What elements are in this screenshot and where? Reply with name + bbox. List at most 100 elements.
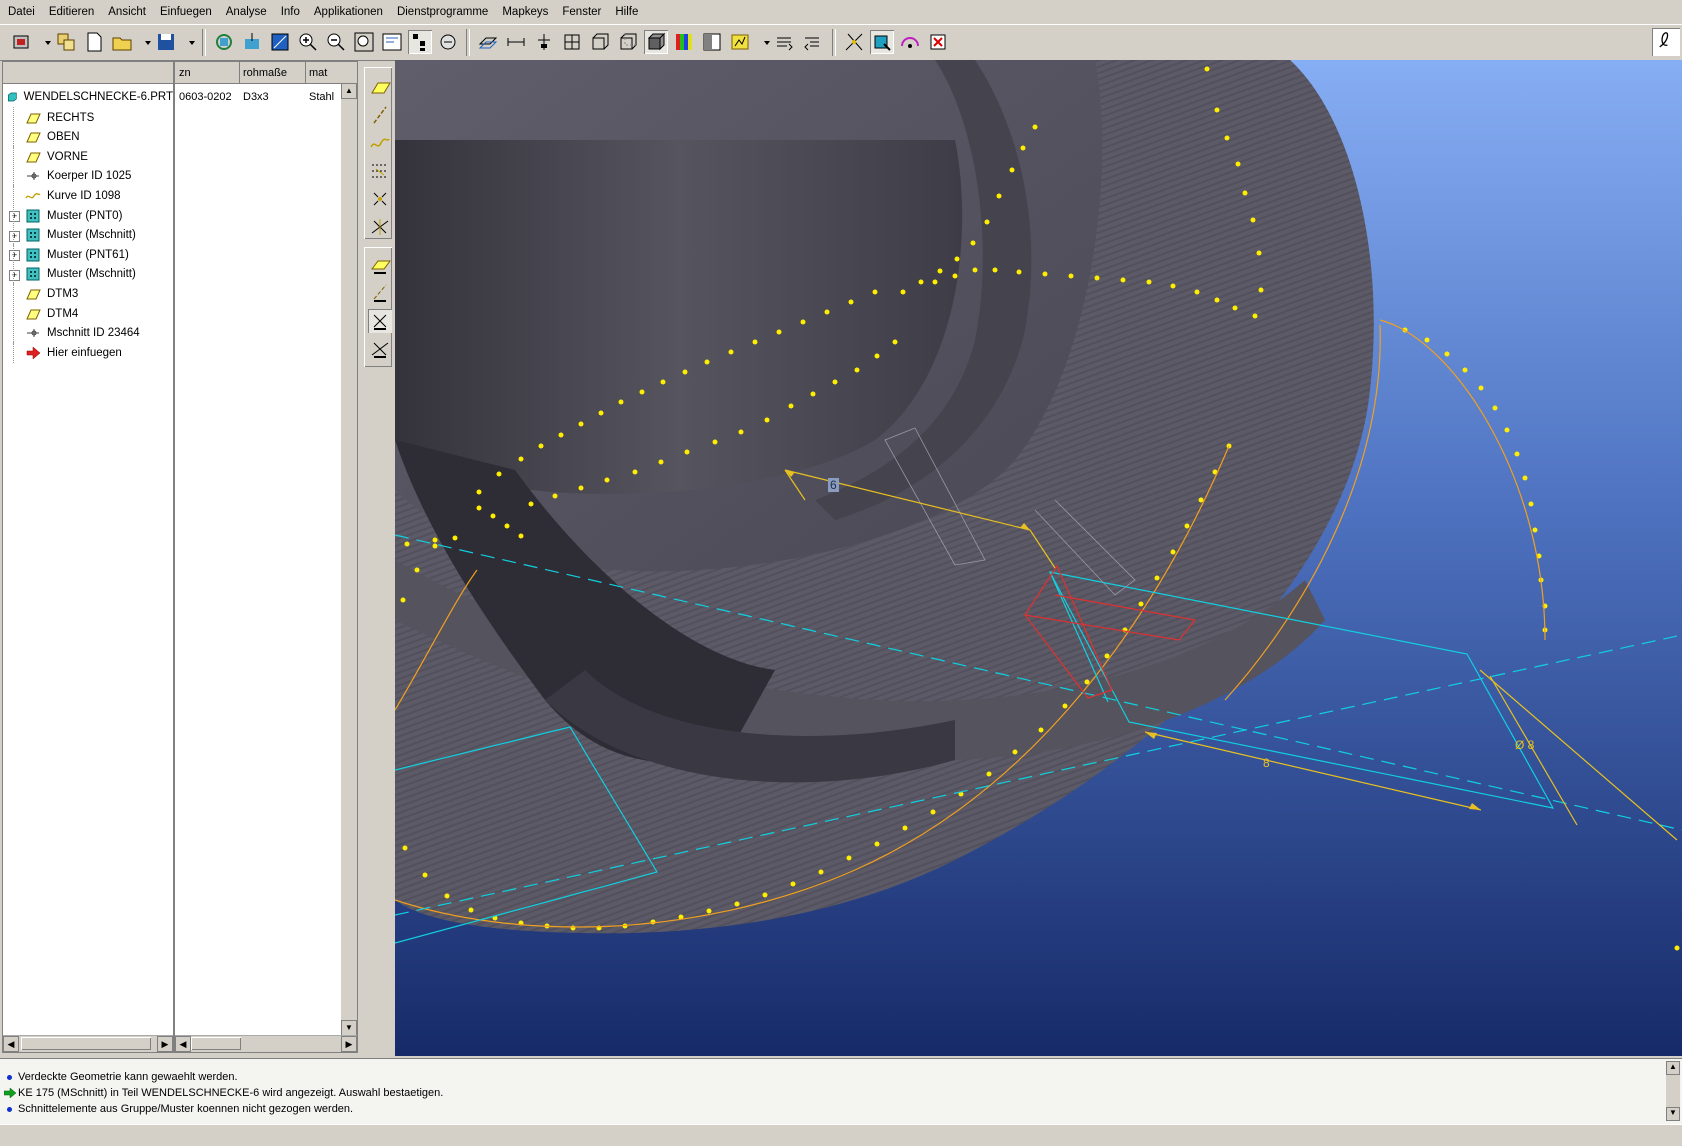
- column-header-rohmasse[interactable]: rohmaße: [243, 67, 287, 79]
- zoom-in-icon[interactable]: [296, 30, 320, 54]
- scroll-up-icon[interactable]: ▲: [341, 83, 357, 99]
- message-text: Schnittelemente aus Gruppe/Muster koenne…: [18, 1103, 354, 1115]
- tree-item[interactable]: VORNE: [3, 146, 173, 168]
- tree-item[interactable]: Kurve ID 1098: [3, 185, 173, 207]
- menu-analyse[interactable]: Analyse: [218, 6, 273, 18]
- layers-icon[interactable]: [436, 30, 460, 54]
- menu-datei[interactable]: Datei: [0, 6, 41, 18]
- datum-csys-display-icon[interactable]: [368, 337, 392, 361]
- scroll-left-icon[interactable]: ◀: [175, 1036, 191, 1052]
- dropdown-arrow-icon[interactable]: [180, 30, 195, 54]
- new-file-icon[interactable]: [82, 30, 106, 54]
- select-filter-icon[interactable]: [870, 30, 894, 54]
- scroll-up-icon[interactable]: ▲: [1666, 1061, 1680, 1075]
- display-style-icon[interactable]: [700, 30, 724, 54]
- expand-icon[interactable]: +: [9, 230, 20, 242]
- context-help-icon[interactable]: [1652, 28, 1680, 56]
- menu-mapkeys[interactable]: Mapkeys: [494, 6, 554, 18]
- color-appearance-icon[interactable]: [672, 30, 696, 54]
- expand-icon[interactable]: +: [9, 269, 20, 281]
- refit-icon[interactable]: [352, 30, 376, 54]
- sketch-tool-icon[interactable]: [842, 30, 866, 54]
- graphics-window[interactable]: 6 8 Ø 8: [395, 60, 1682, 1056]
- pattern-icon: [26, 267, 40, 281]
- column-header-zn[interactable]: zn: [179, 67, 191, 79]
- dimension-6-label[interactable]: 6: [830, 478, 837, 492]
- 3d-model-view[interactable]: 6 8 Ø 8: [395, 60, 1682, 1056]
- orient-icon[interactable]: [268, 30, 292, 54]
- hidden-line-icon[interactable]: [616, 30, 640, 54]
- menu-ansicht[interactable]: Ansicht: [100, 6, 152, 18]
- scroll-down-icon[interactable]: ▼: [341, 1020, 357, 1036]
- datum-csys-tool-icon[interactable]: [368, 215, 392, 239]
- columns-horizontal-scrollbar[interactable]: ◀ ▶: [175, 1035, 357, 1052]
- tree-item[interactable]: RECHTS: [3, 107, 173, 128]
- scroll-down-icon[interactable]: ▼: [1666, 1107, 1680, 1121]
- model-tree-icon[interactable]: [408, 30, 432, 54]
- coord-sys-icon[interactable]: [560, 30, 584, 54]
- datum-offset-point-icon[interactable]: [368, 187, 392, 211]
- datum-plane-tool-icon[interactable]: [368, 75, 392, 99]
- shading-icon[interactable]: [644, 30, 668, 54]
- datum-curve-tool-icon[interactable]: [368, 131, 392, 155]
- scroll-left-icon[interactable]: ◀: [3, 1036, 19, 1052]
- close-window-icon[interactable]: [926, 30, 950, 54]
- datum-planes-icon[interactable]: [476, 30, 500, 54]
- tree-root[interactable]: WENDELSCHNECKE-6.PRT: [3, 86, 173, 107]
- measure-icon[interactable]: [898, 30, 922, 54]
- menu-applikationen[interactable]: Applikationen: [306, 6, 389, 18]
- tree-item[interactable]: + Muster (PNT0): [3, 205, 173, 226]
- dimension-8-label[interactable]: 8: [1263, 756, 1270, 770]
- tree-item[interactable]: DTM3: [3, 283, 173, 305]
- tree-item[interactable]: Hier einfuegen: [3, 342, 173, 364]
- repaint-icon[interactable]: [212, 30, 236, 54]
- menu-hilfe[interactable]: Hilfe: [607, 6, 644, 18]
- datum-plane-icon: [26, 309, 41, 319]
- windows-icon[interactable]: [54, 30, 78, 54]
- tree-horizontal-scrollbar[interactable]: ◀ ▶: [3, 1035, 173, 1052]
- tree-item[interactable]: Koerper ID 1025: [3, 165, 173, 187]
- datum-axis-display-icon[interactable]: [368, 281, 392, 305]
- menu-editieren[interactable]: Editieren: [41, 6, 100, 18]
- tree-item[interactable]: + Muster (Mschnitt): [3, 263, 173, 285]
- tree-item[interactable]: OBEN: [3, 126, 173, 148]
- insert-arrow-icon: [26, 346, 41, 360]
- redo-view-icon[interactable]: [800, 30, 824, 54]
- dropdown-arrow-icon[interactable]: [755, 30, 770, 54]
- tree-scroll-thumb[interactable]: [21, 1037, 151, 1050]
- menu-info[interactable]: Info: [273, 6, 306, 18]
- tree-item[interactable]: + Muster (Mschnitt): [3, 224, 173, 246]
- expand-icon[interactable]: +: [9, 211, 20, 222]
- datum-axis-tool-icon[interactable]: [368, 103, 392, 127]
- save-icon[interactable]: [154, 30, 178, 54]
- analysis-icon[interactable]: [728, 30, 752, 54]
- tree-item[interactable]: + Muster (PNT61): [3, 244, 173, 266]
- dimension-diameter-8-label[interactable]: Ø 8: [1515, 738, 1535, 752]
- datum-point-tool-icon[interactable]: [368, 159, 392, 183]
- menu-dienstprogramme[interactable]: Dienstprogramme: [389, 6, 494, 18]
- zoom-out-icon[interactable]: [324, 30, 348, 54]
- menu-einfuegen[interactable]: Einfuegen: [152, 6, 218, 18]
- tree-item[interactable]: DTM4: [3, 303, 173, 324]
- open-folder-icon[interactable]: [110, 30, 134, 54]
- column-header-mat[interactable]: mat: [309, 67, 327, 79]
- columns-scroll-thumb[interactable]: [191, 1037, 241, 1050]
- regenerate-icon[interactable]: [10, 30, 34, 54]
- datum-point-display-icon[interactable]: [368, 309, 392, 333]
- datum-plane-display-icon[interactable]: [368, 253, 392, 277]
- dropdown-arrow-icon[interactable]: [136, 30, 151, 54]
- wireframe-icon[interactable]: [588, 30, 612, 54]
- datum-axes-icon[interactable]: [504, 30, 528, 54]
- columns-vertical-scrollbar[interactable]: ▲ ▼: [341, 83, 357, 1036]
- undo-view-icon[interactable]: [772, 30, 796, 54]
- view-manager-icon[interactable]: [380, 30, 404, 54]
- tree-item[interactable]: Mschnitt ID 23464: [3, 322, 173, 344]
- message-scrollbar[interactable]: ▲ ▼: [1666, 1061, 1680, 1121]
- spin-center-icon[interactable]: [240, 30, 264, 54]
- dropdown-arrow-icon[interactable]: [36, 30, 51, 54]
- expand-icon[interactable]: +: [9, 250, 20, 262]
- datum-points-icon[interactable]: [532, 30, 556, 54]
- scroll-right-icon[interactable]: ▶: [157, 1036, 173, 1052]
- scroll-right-icon[interactable]: ▶: [341, 1036, 357, 1052]
- menu-fenster[interactable]: Fenster: [554, 6, 607, 18]
